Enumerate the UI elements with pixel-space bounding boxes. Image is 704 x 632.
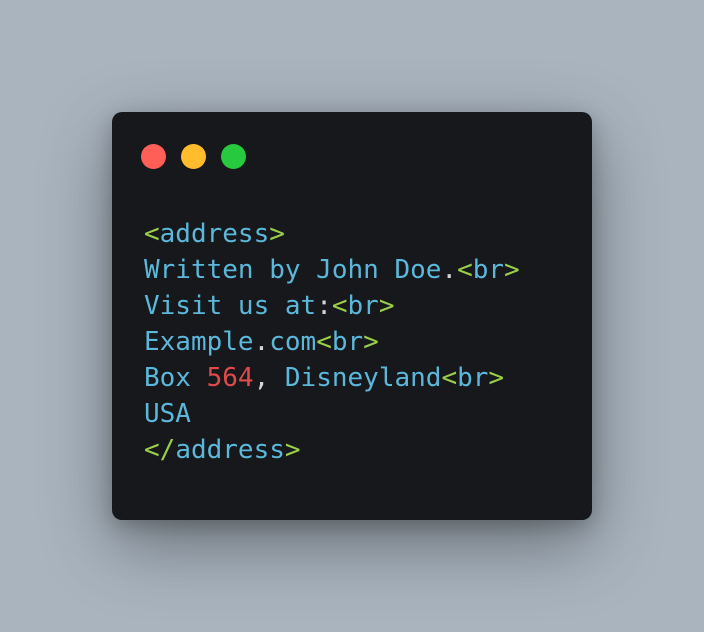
text-content: Disneyland [269, 363, 442, 393]
bracket-open: < [457, 255, 473, 285]
close-button[interactable] [141, 144, 166, 169]
minimize-button[interactable] [181, 144, 206, 169]
punctuation: : [316, 291, 332, 321]
text-content: Box [144, 363, 207, 393]
bracket-close: > [269, 219, 285, 249]
tag-name: br [472, 255, 505, 285]
tag-name: br [347, 291, 379, 321]
bracket-open: < [331, 291, 348, 321]
text-content: Visit us at [144, 291, 317, 321]
bracket-close: > [378, 291, 395, 321]
punctuation: . [441, 255, 458, 285]
window-controls [141, 144, 246, 169]
text-content: Example [144, 327, 254, 357]
maximize-button[interactable] [221, 144, 246, 169]
tag-name: br [457, 363, 489, 393]
code-line-7: </address> [144, 432, 520, 468]
bracket-open: < [144, 219, 160, 249]
code-line-1: <address> [144, 216, 520, 252]
tag-name: address [159, 219, 270, 249]
punctuation: , [253, 363, 270, 393]
bracket-close: > [284, 435, 301, 465]
text-content: USA [144, 399, 191, 429]
text-content: com [269, 327, 317, 357]
bracket-close: > [363, 327, 379, 357]
bracket-open: < [316, 327, 332, 357]
code-line-4: Example.com<br> [144, 324, 520, 360]
bracket-open: < [441, 363, 458, 393]
bracket-open: </ [144, 435, 176, 465]
bracket-close: > [504, 255, 520, 285]
code-line-2: Written by John Doe.<br> [144, 252, 520, 288]
tag-name: br [331, 327, 364, 357]
code-line-6: USA [144, 396, 520, 432]
tag-name: address [175, 435, 285, 465]
bracket-close: > [488, 363, 505, 393]
code-window: <address> Written by John Doe.<br> Visit u… [112, 112, 592, 520]
code-line-5: Box 564, Disneyland<br> [144, 360, 520, 396]
punctuation: . [253, 327, 270, 357]
text-content: Written by John Doe [144, 255, 442, 285]
number-literal: 564 [206, 363, 254, 393]
code-block: <address> Written by John Doe.<br> Visit u… [144, 216, 520, 468]
code-line-3: Visit us at:<br> [144, 288, 520, 324]
